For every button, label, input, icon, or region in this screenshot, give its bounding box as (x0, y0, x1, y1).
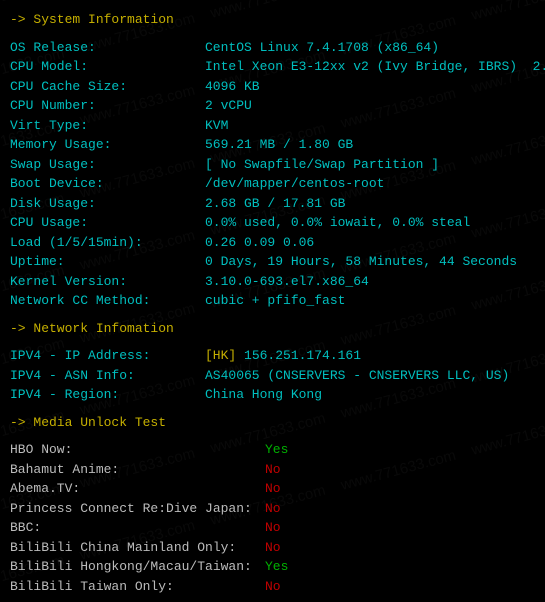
ipv4-region-label: IPV4 - Region: (10, 385, 205, 405)
ipv4-address-label: IPV4 - IP Address: (10, 346, 205, 366)
memory-row: Memory Usage:569.21 MB / 1.80 GB (10, 135, 515, 155)
bili-cn-value: No (265, 540, 281, 555)
cpu-cache-value: 4096 KB (205, 79, 260, 94)
kernel-label: Kernel Version: (10, 272, 205, 292)
swap-label: Swap Usage: (10, 155, 205, 175)
uptime-label: Uptime: (10, 252, 205, 272)
load-label: Load (1/5/15min): (10, 233, 205, 253)
os-release-value: CentOS Linux 7.4.1708 (x86_64) (205, 40, 439, 55)
bbc-value: No (265, 520, 281, 535)
cpu-cache-label: CPU Cache Size: (10, 77, 205, 97)
cpu-model-value: Intel Xeon E3-12xx v2 (Ivy Bridge, IBRS)… (205, 59, 545, 74)
os-release-label: OS Release: (10, 38, 205, 58)
bili-tw-row: BiliBili Taiwan Only:No (10, 577, 515, 597)
abema-row: Abema.TV:No (10, 479, 515, 499)
bili-hk-label: BiliBili Hongkong/Macau/Taiwan: (10, 557, 265, 577)
load-value: 0.26 0.09 0.06 (205, 235, 314, 250)
bahamut-label: Bahamut Anime: (10, 460, 265, 480)
boot-device-value: /dev/mapper/centos-root (205, 176, 384, 191)
load-row: Load (1/5/15min):0.26 0.09 0.06 (10, 233, 515, 253)
bahamut-row: Bahamut Anime:No (10, 460, 515, 480)
boot-device-label: Boot Device: (10, 174, 205, 194)
uptime-value: 0 Days, 19 Hours, 58 Minutes, 44 Seconds (205, 254, 517, 269)
kernel-row: Kernel Version:3.10.0-693.el7.x86_64 (10, 272, 515, 292)
cpu-number-label: CPU Number: (10, 96, 205, 116)
memory-value: 569.21 MB / 1.80 GB (205, 137, 353, 152)
section-header-network: -> Network Infomation (10, 319, 515, 339)
ipv4-address-value: 156.251.174.161 (236, 348, 361, 363)
swap-value: [ No Swapfile/Swap Partition ] (205, 157, 439, 172)
cpu-model-label: CPU Model: (10, 57, 205, 77)
disk-usage-label: Disk Usage: (10, 194, 205, 214)
abema-label: Abema.TV: (10, 479, 265, 499)
netcc-value: cubic + pfifo_fast (205, 293, 345, 308)
hbo-label: HBO Now: (10, 440, 265, 460)
princess-label: Princess Connect Re:Dive Japan: (10, 499, 265, 519)
boot-device-row: Boot Device:/dev/mapper/centos-root (10, 174, 515, 194)
ipv4-region-value: China Hong Kong (205, 387, 322, 402)
bili-tw-label: BiliBili Taiwan Only: (10, 577, 265, 597)
netcc-label: Network CC Method: (10, 291, 205, 311)
princess-row: Princess Connect Re:Dive Japan:No (10, 499, 515, 519)
ipv4-asn-label: IPV4 - ASN Info: (10, 366, 205, 386)
section-header-media: -> Media Unlock Test (10, 413, 515, 433)
memory-label: Memory Usage: (10, 135, 205, 155)
kernel-value: 3.10.0-693.el7.x86_64 (205, 274, 369, 289)
virt-type-label: Virt Type: (10, 116, 205, 136)
ipv4-region-tag: [HK] (205, 348, 236, 363)
hbo-row: HBO Now:Yes (10, 440, 515, 460)
bili-hk-value: Yes (265, 559, 288, 574)
uptime-row: Uptime:0 Days, 19 Hours, 58 Minutes, 44 … (10, 252, 515, 272)
princess-value: No (265, 501, 281, 516)
bili-cn-row: BiliBili China Mainland Only:No (10, 538, 515, 558)
virt-type-row: Virt Type:KVM (10, 116, 515, 136)
cpu-number-value: 2 vCPU (205, 98, 252, 113)
cpu-usage-row: CPU Usage:0.0% used, 0.0% iowait, 0.0% s… (10, 213, 515, 233)
swap-row: Swap Usage:[ No Swapfile/Swap Partition … (10, 155, 515, 175)
ipv4-asn-value: AS40065 (CNSERVERS - CNSERVERS LLC, US) (205, 368, 509, 383)
cpu-model-row: CPU Model:Intel Xeon E3-12xx v2 (Ivy Bri… (10, 57, 515, 77)
cpu-number-row: CPU Number:2 vCPU (10, 96, 515, 116)
os-release-row: OS Release:CentOS Linux 7.4.1708 (x86_64… (10, 38, 515, 58)
cpu-usage-label: CPU Usage: (10, 213, 205, 233)
disk-usage-row: Disk Usage:2.68 GB / 17.81 GB (10, 194, 515, 214)
bili-cn-label: BiliBili China Mainland Only: (10, 538, 265, 558)
terminal-output: -> System Information OS Release:CentOS … (10, 10, 515, 596)
bili-hk-row: BiliBili Hongkong/Macau/Taiwan:Yes (10, 557, 515, 577)
cpu-usage-value: 0.0% used, 0.0% iowait, 0.0% steal (205, 215, 470, 230)
abema-value: No (265, 481, 281, 496)
bili-tw-value: No (265, 579, 281, 594)
section-header-system: -> System Information (10, 10, 515, 30)
bahamut-value: No (265, 462, 281, 477)
ipv4-region-row: IPV4 - Region:China Hong Kong (10, 385, 515, 405)
ipv4-address-row: IPV4 - IP Address:[HK] 156.251.174.161 (10, 346, 515, 366)
ipv4-asn-row: IPV4 - ASN Info:AS40065 (CNSERVERS - CNS… (10, 366, 515, 386)
netcc-row: Network CC Method:cubic + pfifo_fast (10, 291, 515, 311)
virt-type-value: KVM (205, 118, 228, 133)
disk-usage-value: 2.68 GB / 17.81 GB (205, 196, 345, 211)
cpu-cache-row: CPU Cache Size:4096 KB (10, 77, 515, 97)
hbo-value: Yes (265, 442, 288, 457)
